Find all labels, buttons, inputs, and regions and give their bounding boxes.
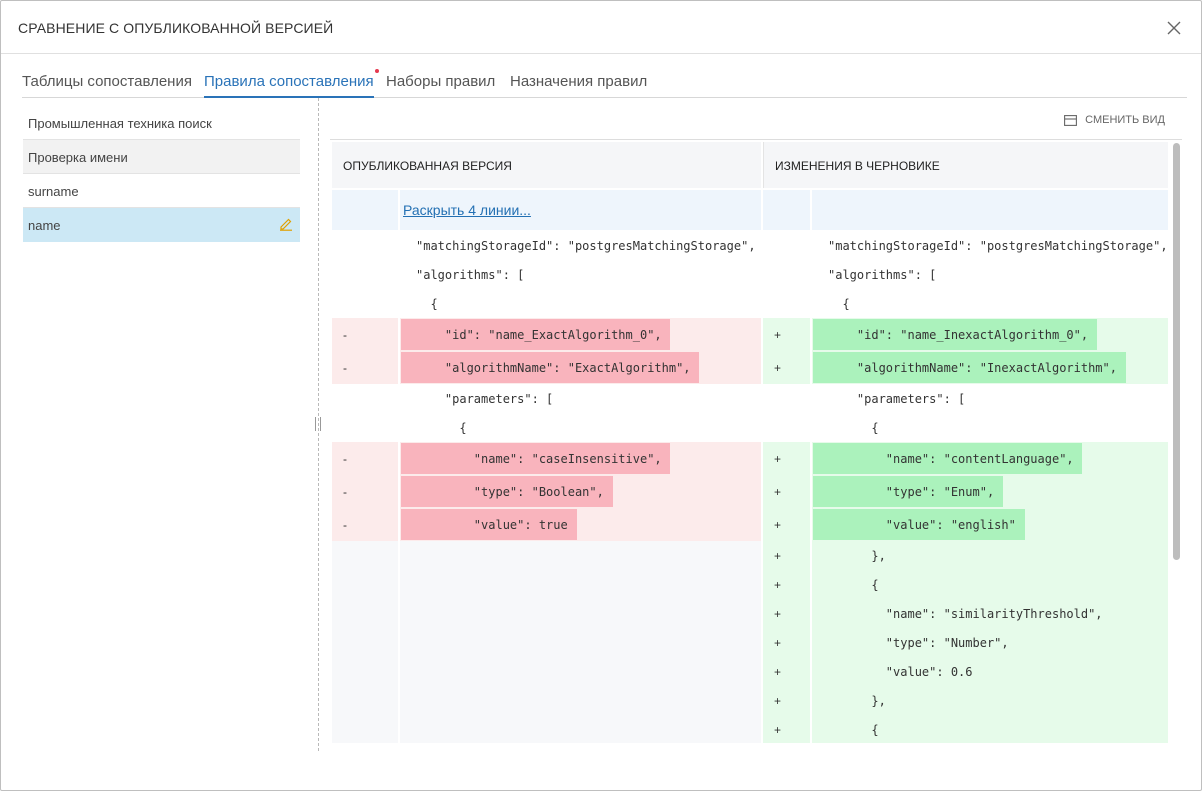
list-item-selected[interactable]: name (23, 208, 300, 242)
diff-row: "algorithms": [ "algorithms": [ (332, 260, 1168, 289)
draft-code-line: "parameters": [ (828, 391, 966, 406)
dialog-header: СРАВНЕНИЕ С ОПУБЛИКОВАННОЙ ВЕРСИЕЙ (1, 1, 1201, 54)
diff-row: - "name": "caseInsensitive", + "name": "c… (332, 442, 1168, 475)
draft-code-line: "algorithms": [ (828, 267, 937, 282)
dialog-title: СРАВНЕНИЕ С ОПУБЛИКОВАННОЙ ВЕРСИЕЙ (18, 20, 334, 36)
removed-sign: - (343, 327, 347, 342)
tab-rule-assignments[interactable]: Назначения правил (510, 73, 647, 96)
list-item[interactable]: Проверка имени (23, 140, 300, 174)
list-item[interactable]: surname (23, 174, 300, 208)
published-code-line: "parameters": [ (416, 391, 554, 406)
added-sign: + (774, 664, 782, 679)
added-sign: + (774, 693, 782, 708)
diff-row: + "type": "Number", (332, 628, 1168, 657)
diff-row: + "name": "similarityThreshold", (332, 599, 1168, 628)
compare-dialog: СРАВНЕНИЕ С ОПУБЛИКОВАННОЙ ВЕРСИЕЙ Табли… (0, 0, 1202, 791)
pencil-icon[interactable] (279, 217, 293, 231)
diff-row: + }, (332, 686, 1168, 715)
draft-code-line: "name": "contentLanguage", (828, 451, 1074, 466)
draft-code-line: "name": "similarityThreshold", (828, 606, 1103, 621)
expand-lines-link[interactable]: Раскрыть 4 линии... (403, 202, 531, 218)
switch-view-button[interactable]: СМЕНИТЬ ВИД (1064, 114, 1165, 126)
added-sign: + (774, 722, 782, 737)
draft-code-line: "value": 0.6 (828, 664, 973, 679)
scrollbar-thumb[interactable] (1173, 143, 1180, 560)
draft-code-line: "type": "Number", (828, 635, 1009, 650)
published-code-line: "algorithmName": "ExactAlgorithm", (416, 360, 691, 375)
added-sign: + (774, 360, 782, 375)
diff-row: - "id": "name_ExactAlgorithm_0", + "id": … (332, 318, 1168, 351)
diff-row: + "value": 0.6 (332, 657, 1168, 686)
added-sign: + (774, 606, 782, 621)
diff-row: - "type": "Boolean", + "type": "Enum", (332, 475, 1168, 508)
published-column-header: ОПУБЛИКОВАННАЯ ВЕРСИЯ (332, 142, 761, 188)
resize-handle[interactable] (315, 417, 321, 431)
tab-rule-sets[interactable]: Наборы правил (386, 73, 495, 96)
rules-list: Промышленная техника поиск Проверка имен… (23, 106, 300, 242)
diff-row: + }, (332, 541, 1168, 570)
added-sign: + (774, 327, 782, 342)
draft-code-line: "type": "Enum", (828, 484, 995, 499)
draft-code-line: "matchingStorageId": "postgresMatchingSt… (828, 238, 1168, 253)
diff-row: "parameters": [ "parameters": [ (332, 384, 1168, 413)
draft-code-line: }, (828, 548, 886, 563)
scrollbar[interactable] (1171, 141, 1181, 741)
draft-column-header: ИЗМЕНЕНИЯ В ЧЕРНОВИКЕ (763, 142, 1168, 188)
published-code-line: { (416, 296, 438, 311)
draft-code-line: { (828, 296, 850, 311)
diff-view: ОПУБЛИКОВАННАЯ ВЕРСИЯ ИЗМЕНЕНИЯ В ЧЕРНОВ… (330, 139, 1182, 743)
draft-code-line: "algorithmName": "InexactAlgorithm", (828, 360, 1117, 375)
diff-row: + { (332, 715, 1168, 743)
diff-row: - "algorithmName": "ExactAlgorithm", + "a… (332, 351, 1168, 384)
diff-row: "matchingStorageId": "postgresMatchingSt… (332, 231, 1168, 260)
published-code-line: "matchingStorageId": "postgresMatchingSt… (416, 238, 756, 253)
tab-mapping-tables[interactable]: Таблицы сопоставления (22, 73, 192, 96)
added-sign: + (774, 635, 782, 650)
draft-code-line: "value": "english" (828, 517, 1016, 532)
changes-dot (374, 69, 379, 73)
added-sign: + (774, 517, 782, 532)
tab-bar: Таблицы сопоставления Правила сопоставле… (22, 55, 1187, 98)
draft-code-line: "id": "name_InexactAlgorithm_0", (828, 327, 1089, 342)
removed-sign: - (343, 360, 347, 375)
published-code-line: "value": true (416, 517, 568, 532)
added-sign: + (774, 548, 782, 563)
removed-sign: - (343, 484, 347, 499)
list-item[interactable]: Промышленная техника поиск (23, 106, 300, 140)
published-code-line: "id": "name_ExactAlgorithm_0", (416, 327, 662, 342)
draft-code-line: { (828, 420, 879, 435)
published-code-line: { (416, 420, 467, 435)
diff-row: - "value": true + "value": "english" (332, 508, 1168, 541)
published-code-line: "type": "Boolean", (416, 484, 604, 499)
published-code-line: "algorithms": [ (416, 267, 525, 282)
draft-code-line: }, (828, 693, 886, 708)
draft-code-line: { (828, 577, 879, 592)
published-code-line: "name": "caseInsensitive", (416, 451, 662, 466)
diff-row: { { (332, 289, 1168, 318)
tab-matching-rules[interactable]: Правила сопоставления (204, 69, 379, 98)
added-sign: + (774, 577, 782, 592)
draft-code-line: { (828, 722, 879, 737)
diff-row: { { (332, 413, 1168, 442)
removed-sign: - (343, 517, 347, 532)
added-sign: + (774, 484, 782, 499)
expand-row: Раскрыть 4 линии... (332, 190, 1168, 230)
diff-row: + { (332, 570, 1168, 599)
removed-sign: - (343, 451, 347, 466)
close-icon[interactable] (1165, 19, 1183, 37)
added-sign: + (774, 451, 782, 466)
layout-icon (1064, 114, 1078, 126)
